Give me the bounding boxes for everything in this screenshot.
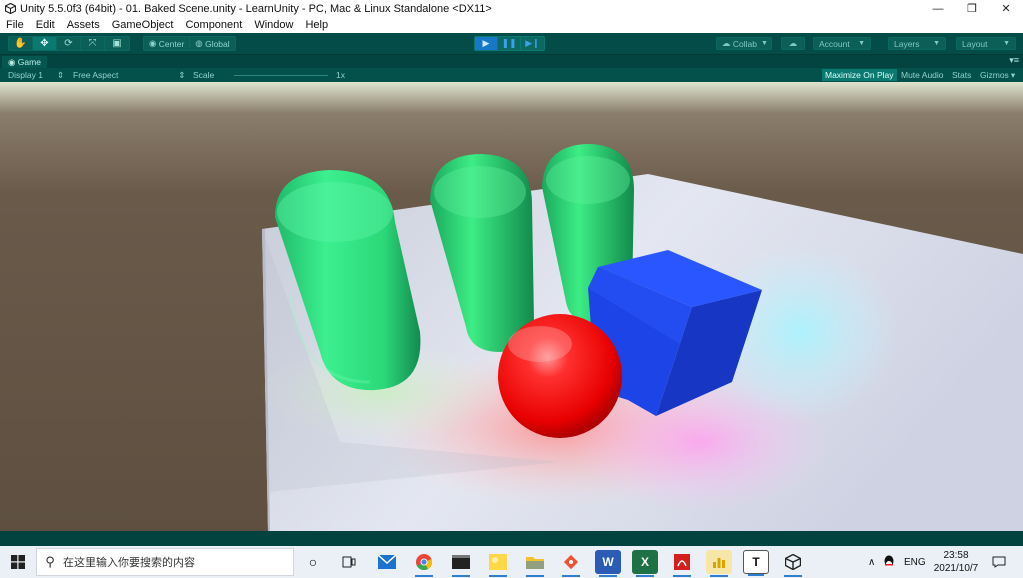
chevron-down-icon: ▼ xyxy=(933,40,940,47)
search-icon: ⚲ xyxy=(45,554,55,569)
play-controls: ▶ ❚❚ ▶❙ xyxy=(474,36,545,51)
clock-time: 23:58 xyxy=(943,550,969,561)
account-label: Account xyxy=(819,38,850,49)
chevron-down-icon: ▼ xyxy=(858,40,865,47)
menu-component[interactable]: Component xyxy=(185,19,242,31)
pivot-global-button[interactable]: ◍ Global xyxy=(190,37,234,50)
acrobat-icon[interactable] xyxy=(669,550,695,577)
cloud-button[interactable]: ☁ xyxy=(781,37,805,50)
gizmos-dropdown[interactable]: Gizmos ▾ xyxy=(977,69,1018,81)
cortana-icon[interactable]: ○ xyxy=(300,550,326,574)
window-title-bar: Unity 5.5.0f3 (64bit) - 01. Baked Scene.… xyxy=(0,0,1023,17)
notifications-icon[interactable] xyxy=(992,546,1006,578)
game-controller-icon: ◉ xyxy=(8,56,18,67)
pause-button[interactable]: ❚❚ xyxy=(498,37,521,50)
mail-icon[interactable] xyxy=(374,550,400,574)
aspect-dropdown[interactable]: Free Aspect ⇕ xyxy=(73,69,185,81)
pivot-global-label: Global xyxy=(205,38,230,49)
sphere xyxy=(498,314,622,438)
pivot-center-label: Center xyxy=(158,38,185,49)
game-view-toolbar: Display 1 ⇕ Free Aspect ⇕ Scale 1x Maximiz… xyxy=(0,68,1023,82)
pivot-toggles: ◉ Center ◍ Global xyxy=(143,36,236,51)
mute-audio-toggle[interactable]: Mute Audio xyxy=(898,69,947,81)
close-button[interactable]: ✕ xyxy=(989,0,1023,17)
menu-assets[interactable]: Assets xyxy=(67,19,100,31)
system-clock[interactable]: 23:58 2021/10/7 xyxy=(928,549,984,575)
aspect-label: Free Aspect xyxy=(73,70,119,80)
maximize-on-play-toggle[interactable]: Maximize On Play xyxy=(822,69,897,81)
profiler-icon[interactable] xyxy=(706,550,732,577)
layers-dropdown[interactable]: Layers ▼ xyxy=(888,37,946,50)
collab-dropdown[interactable]: ☁ Collab ▼ xyxy=(716,37,772,50)
game-viewport[interactable] xyxy=(0,82,1023,531)
move-tool-icon[interactable]: ✥ xyxy=(33,37,57,50)
hand-tool-icon[interactable]: ✋ xyxy=(9,37,33,50)
display-label: Display 1 xyxy=(8,70,43,80)
account-dropdown[interactable]: Account ▼ xyxy=(813,37,871,50)
taskbar-search-input[interactable]: ⚲ 在这里输入你要搜索的内容 xyxy=(36,548,294,576)
tab-game-label: Game xyxy=(17,57,41,67)
chevron-down-icon: ▾ xyxy=(1010,69,1016,80)
chrome-icon[interactable] xyxy=(411,550,437,577)
play-button[interactable]: ▶ xyxy=(475,37,498,50)
menu-window[interactable]: Window xyxy=(254,19,293,31)
step-button[interactable]: ▶❙ xyxy=(521,37,544,50)
scale-value: 1x xyxy=(336,70,345,80)
rect-tool-icon[interactable]: ▣ xyxy=(105,37,129,50)
menu-bar: File Edit Assets GameObject Component Wi… xyxy=(0,17,1023,33)
chevron-down-icon: ⇕ xyxy=(178,69,186,80)
git-icon[interactable] xyxy=(558,550,584,577)
display-dropdown[interactable]: Display 1 ⇕ xyxy=(8,69,64,81)
collab-label: Collab xyxy=(732,38,757,49)
excel-icon[interactable]: X xyxy=(632,550,658,577)
menu-help[interactable]: Help xyxy=(305,19,328,31)
window-title: Unity 5.5.0f3 (64bit) - 01. Baked Scene.… xyxy=(20,2,492,15)
layers-label: Layers xyxy=(894,38,920,49)
scale-label: Scale xyxy=(193,70,215,80)
transform-tools: ✋ ✥ ⟳ ⤧ ▣ xyxy=(8,36,130,51)
pivot-center-button[interactable]: ◉ Center xyxy=(144,37,191,50)
stats-toggle[interactable]: Stats xyxy=(949,69,974,81)
word-icon[interactable]: W xyxy=(595,550,621,577)
maximize-button[interactable]: ❐ xyxy=(955,0,989,17)
unity-icon[interactable] xyxy=(780,550,806,577)
chevron-down-icon: ⇕ xyxy=(56,69,65,80)
chevron-down-icon: ▼ xyxy=(760,40,768,47)
minimize-button[interactable]: — xyxy=(921,0,955,17)
file-explorer-icon[interactable] xyxy=(522,550,548,577)
menu-edit[interactable]: Edit xyxy=(36,19,55,31)
globe-icon: ◍ xyxy=(195,38,206,48)
tab-game[interactable]: ◉ Game xyxy=(2,56,47,68)
windows-start-icon[interactable] xyxy=(0,546,36,578)
rotate-tool-icon[interactable]: ⟳ xyxy=(57,37,81,50)
cloud-icon: ☁ xyxy=(788,38,798,48)
photos-icon[interactable] xyxy=(485,550,511,577)
windows-taskbar: ⚲ 在这里输入你要搜索的内容 ○ W X T ∧ ENG 23:58 2021/… xyxy=(0,546,1023,578)
scene-render xyxy=(0,82,1023,531)
gizmos-label: Gizmos xyxy=(980,70,1009,80)
tray-chevron-up-icon[interactable]: ∧ xyxy=(868,546,875,578)
typora-icon[interactable]: T xyxy=(743,550,769,576)
input-language[interactable]: ENG xyxy=(904,546,926,578)
collab-icon: ☁ xyxy=(722,38,733,48)
scale-slider[interactable] xyxy=(234,75,328,76)
game-tab-bar: ◉ Game ▾≡ xyxy=(0,55,1023,68)
editor-toolbar: ✋ ✥ ⟳ ⤧ ▣ ◉ Center ◍ Global ▶ ❚❚ ▶❙ ☁ Co… xyxy=(0,33,1023,55)
unity-app-icon xyxy=(4,3,16,15)
clock-date: 2021/10/7 xyxy=(933,563,979,574)
terminal-icon[interactable] xyxy=(448,550,474,577)
editor-status-strip xyxy=(0,531,1023,546)
pivot-center-icon: ◉ xyxy=(149,38,159,48)
menu-file[interactable]: File xyxy=(6,19,24,31)
search-placeholder: 在这里输入你要搜索的内容 xyxy=(63,557,195,569)
tab-options-icon[interactable]: ▾≡ xyxy=(1009,55,1019,66)
chevron-down-icon: ▼ xyxy=(1003,40,1010,47)
layout-label: Layout xyxy=(962,38,988,49)
layout-dropdown[interactable]: Layout ▼ xyxy=(956,37,1016,50)
qq-icon[interactable] xyxy=(883,546,895,578)
scale-tool-icon[interactable]: ⤧ xyxy=(81,37,105,50)
menu-gameobject[interactable]: GameObject xyxy=(112,19,174,31)
task-view-icon[interactable] xyxy=(336,550,362,574)
